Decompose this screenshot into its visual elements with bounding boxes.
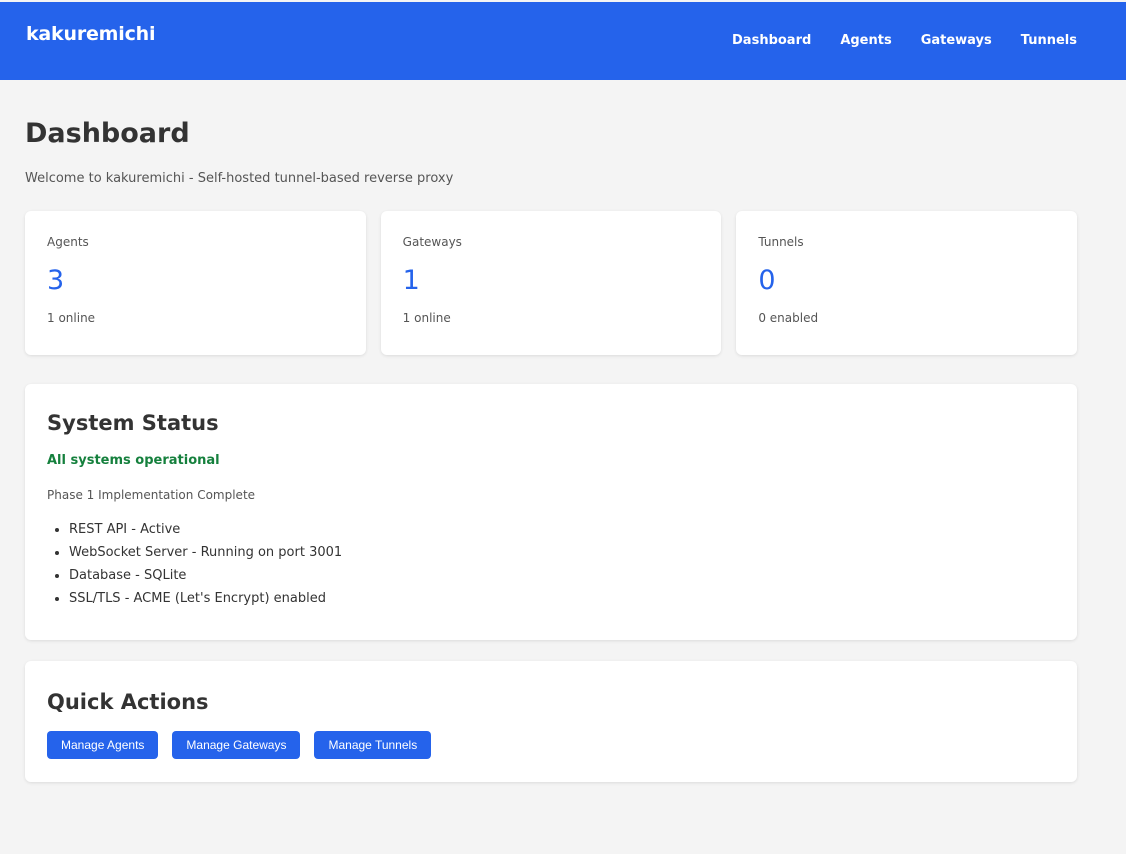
system-status-card: System Status All systems operational Ph… xyxy=(25,384,1077,640)
brand-logo-text[interactable]: kakuremichi xyxy=(26,23,155,45)
stat-subtext: 1 online xyxy=(47,311,96,325)
stat-card-agents: Agents 3 1 online xyxy=(25,211,366,355)
stat-card-tunnels: Tunnels 0 0 enabled xyxy=(736,211,1078,355)
main-content: Dashboard Welcome to kakuremichi - Self-… xyxy=(25,80,1078,782)
status-message: All systems operational xyxy=(47,453,220,468)
list-item: SSL/TLS - ACME (Let's Encrypt) enabled xyxy=(69,587,1055,610)
quick-actions-buttons: Manage Agents Manage Gateways Manage Tun… xyxy=(47,731,1055,759)
page-title: Dashboard xyxy=(25,118,190,149)
stat-subtext: 0 enabled xyxy=(758,311,819,325)
manage-tunnels-button[interactable]: Manage Tunnels xyxy=(314,731,432,759)
stat-value: 0 xyxy=(758,265,776,296)
stat-label: Tunnels xyxy=(758,235,804,249)
top-navbar: kakuremichi Dashboard Agents Gateways Tu… xyxy=(0,2,1126,80)
quick-actions-card: Quick Actions Manage Agents Manage Gatew… xyxy=(25,661,1077,782)
nav-link-tunnels[interactable]: Tunnels xyxy=(1021,33,1077,48)
manage-agents-button[interactable]: Manage Agents xyxy=(47,731,159,759)
list-item: REST API - Active xyxy=(69,518,1055,541)
list-item: Database - SQLite xyxy=(69,564,1055,587)
stat-value: 3 xyxy=(47,265,65,296)
quick-actions-title: Quick Actions xyxy=(47,690,209,714)
phase-text: Phase 1 Implementation Complete xyxy=(47,488,256,502)
system-status-title: System Status xyxy=(47,411,219,435)
stat-subtext: 1 online xyxy=(402,311,451,325)
list-item: WebSocket Server - Running on port 3001 xyxy=(69,541,1055,564)
page-subtitle: Welcome to kakuremichi - Self-hosted tun… xyxy=(25,171,454,186)
stats-row: Agents 3 1 online Gateways 1 1 online Tu… xyxy=(25,211,1078,355)
stat-label: Agents xyxy=(47,235,89,249)
nav-link-gateways[interactable]: Gateways xyxy=(921,33,992,48)
feature-list: REST API - Active WebSocket Server - Run… xyxy=(47,518,1055,610)
nav-link-dashboard[interactable]: Dashboard xyxy=(732,33,811,48)
stat-value: 1 xyxy=(402,265,420,296)
nav-link-agents[interactable]: Agents xyxy=(840,33,891,48)
main-nav: Dashboard Agents Gateways Tunnels xyxy=(732,33,1077,48)
stat-label: Gateways xyxy=(402,235,462,249)
manage-gateways-button[interactable]: Manage Gateways xyxy=(172,731,301,759)
stat-card-gateways: Gateways 1 1 online xyxy=(380,211,722,355)
